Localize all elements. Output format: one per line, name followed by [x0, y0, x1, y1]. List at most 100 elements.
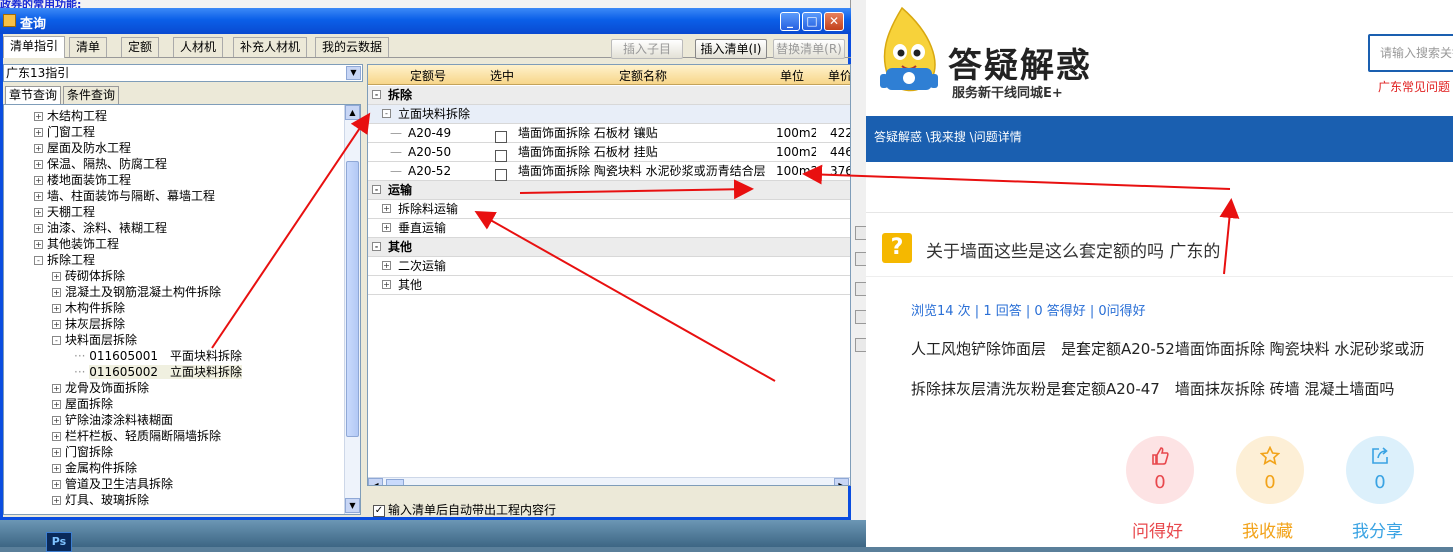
maximize-button[interactable]: □	[802, 12, 822, 31]
tab-quota[interactable]: 定额	[121, 37, 160, 57]
tree-node[interactable]: + 木构件拆除	[52, 300, 125, 316]
expand-icon[interactable]: +	[34, 208, 43, 217]
share-label[interactable]: 我分享	[1352, 517, 1403, 542]
tree-node[interactable]: + 墙、柱面装饰与隔断、幕墙工程	[34, 188, 215, 204]
grid-row[interactable]: - 运输	[368, 181, 850, 200]
tree-node[interactable]: ··· 011605002 立面块料拆除	[74, 364, 242, 380]
replace-list-button[interactable]: 替换清单(R)	[773, 39, 845, 59]
expand-icon[interactable]: +	[34, 160, 43, 169]
checkbox-icon[interactable]	[495, 149, 507, 162]
grid-row[interactable]: - 其他	[368, 238, 850, 257]
tree-scrollbar[interactable]: ▲ ▼	[344, 105, 360, 514]
tree-node[interactable]: + 木结构工程	[34, 108, 107, 124]
grid-row[interactable]: — A20-49 墙面饰面拆除 石板材 镶贴 100m2 422	[368, 124, 850, 143]
checkbox-checked-icon[interactable]: ✓	[373, 504, 385, 517]
grid-row[interactable]: + 二次运输	[368, 257, 850, 276]
subtab-chapter-query[interactable]: 章节查询	[5, 86, 62, 105]
checkbox-icon[interactable]	[495, 130, 507, 143]
collapse-icon[interactable]: -	[382, 109, 391, 118]
subtab-condition-query[interactable]: 条件查询	[63, 86, 120, 104]
tree-node[interactable]: + 门窗工程	[34, 124, 95, 140]
expand-icon[interactable]: +	[382, 261, 391, 270]
hot-question-link[interactable]: 广东常见问题	[1378, 78, 1450, 95]
good-question-button[interactable]: 0	[1126, 436, 1194, 504]
expand-icon[interactable]: +	[52, 464, 61, 473]
tree-node[interactable]: ··· 011605001 平面块料拆除	[74, 348, 242, 364]
expand-icon[interactable]: +	[34, 192, 43, 201]
tab-list-guide[interactable]: 清单指引	[3, 36, 66, 58]
col-unit-price[interactable]: 单价	[820, 67, 850, 84]
expand-icon[interactable]: +	[382, 223, 391, 232]
expand-icon[interactable]: +	[52, 320, 61, 329]
expand-icon[interactable]: +	[52, 400, 61, 409]
collapse-icon[interactable]: -	[372, 242, 381, 251]
tree-node[interactable]: + 栏杆栏板、轻质隔断隔墙拆除	[52, 428, 221, 444]
breadcrumb-text[interactable]: 答疑解惑 \我来搜 \问题详情	[874, 130, 1022, 144]
tab-labor-material-machine[interactable]: 人材机	[173, 37, 224, 57]
scroll-up-icon[interactable]: ▲	[345, 105, 360, 120]
grid-row[interactable]: + 拆除料运输	[368, 200, 850, 219]
grid-row[interactable]: + 其他	[368, 276, 850, 295]
tree-node[interactable]: + 屋面及防水工程	[34, 140, 131, 156]
scroll-down-icon[interactable]: ▼	[345, 498, 360, 513]
expand-icon[interactable]: +	[52, 416, 61, 425]
grid-row[interactable]: — A20-52 墙面饰面拆除 陶瓷块料 水泥砂浆或沥青结合层 100m2 376	[368, 162, 850, 181]
tree-node[interactable]: + 楼地面装饰工程	[34, 172, 131, 188]
col-unit[interactable]: 单位	[772, 67, 812, 84]
expand-icon[interactable]: +	[34, 112, 43, 121]
expand-icon[interactable]: +	[34, 176, 43, 185]
tree-node[interactable]: + 油漆、涂料、裱糊工程	[34, 220, 167, 236]
col-selected[interactable]: 选中	[484, 67, 520, 84]
auto-bring-content-option[interactable]: ✓ 输入清单后自动带出工程内容行	[373, 501, 556, 518]
collapse-icon[interactable]: -	[52, 336, 61, 345]
insert-list-button[interactable]: 插入清单(I)	[695, 39, 767, 59]
expand-icon[interactable]: +	[52, 304, 61, 313]
col-quota-name[interactable]: 定额名称	[518, 67, 768, 84]
question-stats[interactable]: 浏览14 次 | 1 回答 | 0 答得好 | 0问得好	[911, 300, 1146, 319]
expand-icon[interactable]: +	[34, 240, 43, 249]
minimize-button[interactable]: _	[780, 12, 800, 31]
expand-icon[interactable]: +	[52, 496, 61, 505]
grid-row[interactable]: + 垂直运输	[368, 219, 850, 238]
tree-node[interactable]: + 管道及卫生洁具拆除	[52, 476, 173, 492]
expand-icon[interactable]: +	[382, 204, 391, 213]
expand-icon[interactable]: +	[52, 384, 61, 393]
tree-node[interactable]: + 屋面拆除	[52, 396, 113, 412]
collapse-icon[interactable]: -	[372, 185, 381, 194]
tree-node[interactable]: + 铲除油漆涂料裱糊面	[52, 412, 173, 428]
grid-row[interactable]: — A20-50 墙面饰面拆除 石板材 挂贴 100m2 446	[368, 143, 850, 162]
collapse-icon[interactable]: -	[372, 90, 381, 99]
col-quota-code[interactable]: 定额号	[388, 67, 468, 84]
tree-node[interactable]: + 混凝土及钢筋混凝土构件拆除	[52, 284, 221, 300]
photoshop-icon[interactable]: Ps	[46, 532, 72, 552]
expand-icon[interactable]: +	[52, 288, 61, 297]
tab-supplement-lmm[interactable]: 补充人材机	[233, 37, 308, 57]
grid-row[interactable]: - 立面块料拆除	[368, 105, 850, 124]
tree-node[interactable]: + 砖砌体拆除	[52, 268, 125, 284]
tree-node[interactable]: + 天棚工程	[34, 204, 95, 220]
expand-icon[interactable]: +	[52, 480, 61, 489]
good-question-label[interactable]: 问得好	[1132, 517, 1183, 542]
tree-node[interactable]: + 金属构件拆除	[52, 460, 137, 476]
expand-icon[interactable]: +	[52, 272, 61, 281]
tree-node[interactable]: + 门窗拆除	[52, 444, 113, 460]
tree-node[interactable]: - 块料面层拆除	[52, 332, 137, 348]
expand-icon[interactable]: +	[52, 432, 61, 441]
favorite-label[interactable]: 我收藏	[1242, 517, 1293, 542]
scroll-left-icon[interactable]: ◀	[368, 478, 383, 485]
expand-icon[interactable]: +	[34, 128, 43, 137]
tree-node[interactable]: - 拆除工程	[34, 252, 95, 268]
guide-select[interactable]: 广东13指引 ▼	[3, 64, 363, 82]
tree-node[interactable]: + 抹灰层拆除	[52, 316, 125, 332]
expand-icon[interactable]: +	[34, 144, 43, 153]
search-input[interactable]: 请输入搜索关键	[1368, 34, 1453, 72]
tree-node[interactable]: + 灯具、玻璃拆除	[52, 492, 149, 508]
share-button[interactable]: 0	[1346, 436, 1414, 504]
scroll-thumb[interactable]	[386, 479, 404, 485]
scroll-right-icon[interactable]: ▶	[834, 478, 849, 485]
checkbox-icon[interactable]	[495, 168, 507, 181]
tab-my-cloud-data[interactable]: 我的云数据	[315, 37, 390, 57]
scroll-thumb[interactable]	[346, 161, 359, 437]
tree-node[interactable]: + 龙骨及饰面拆除	[52, 380, 149, 396]
expand-icon[interactable]: +	[52, 448, 61, 457]
